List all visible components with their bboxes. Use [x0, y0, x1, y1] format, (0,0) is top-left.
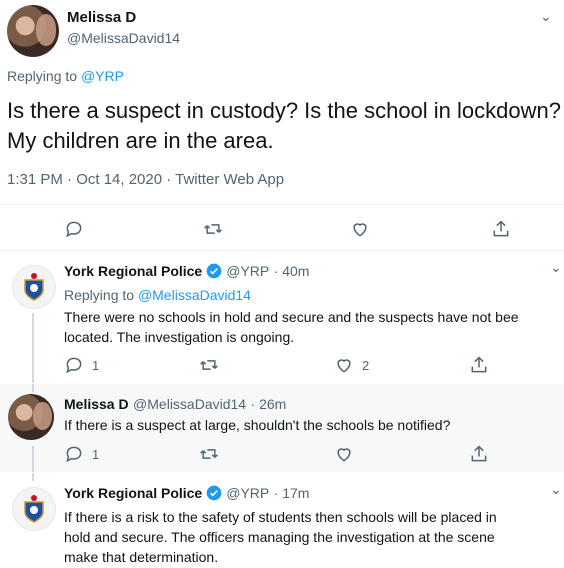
tweet-text-line: There were no schools in hold and secure… — [64, 309, 519, 325]
author-handle[interactable]: @MelissaDavid14 — [67, 30, 180, 46]
tweet-text: Is there a suspect in custody? Is the sc… — [7, 96, 561, 156]
retweet-button[interactable] — [203, 219, 223, 239]
replying-to: Replying to @YRP — [7, 68, 124, 84]
retweet-icon — [204, 224, 222, 234]
divider — [0, 204, 564, 205]
thread-line — [32, 446, 34, 472]
reply-icon — [66, 221, 82, 238]
retweet-button[interactable] — [199, 355, 219, 375]
police-logo-avatar[interactable] — [12, 265, 56, 309]
reply-header: Melissa D @MelissaDavid14 · 26m — [64, 396, 286, 414]
chevron-down-icon[interactable]: ⌄ — [550, 259, 562, 276]
tweet-text: If there is a suspect at large, shouldn'… — [64, 415, 450, 435]
like-button[interactable] — [350, 219, 370, 239]
police-crest-icon — [24, 495, 44, 523]
verified-badge-icon — [206, 263, 222, 279]
tweet-text: There were no schools in hold and secure… — [64, 307, 519, 347]
tweet-time[interactable]: · 17m — [274, 485, 310, 501]
author-handle[interactable]: @YRP — [226, 263, 269, 279]
share-button[interactable] — [469, 444, 489, 464]
police-logo-avatar[interactable] — [12, 487, 56, 531]
like-icon — [337, 448, 351, 462]
police-crest-icon — [24, 273, 44, 301]
reply-header: York Regional Police @YRP · 17m — [64, 485, 309, 503]
author-name[interactable]: York Regional Police — [64, 263, 202, 279]
chevron-down-icon[interactable]: ⌄ — [540, 8, 552, 25]
reply-button[interactable]: 1 — [64, 355, 99, 375]
share-button[interactable] — [469, 355, 489, 375]
reply-icon — [66, 357, 82, 374]
replying-to-handle[interactable]: @MelissaDavid14 — [138, 287, 251, 303]
reply-count: 1 — [92, 446, 100, 462]
like-count: 2 — [362, 357, 370, 373]
tweet-text-line: located. The investigation is ongoing. — [64, 329, 295, 345]
author-name[interactable]: Melissa D — [67, 9, 136, 26]
replying-to: Replying to @MelissaDavid14 — [64, 287, 251, 303]
tweet-text: If there is a risk to the safety of stud… — [64, 507, 497, 567]
share-icon — [493, 220, 509, 237]
share-button[interactable] — [491, 219, 511, 239]
tweet-timestamp[interactable]: 1:31 PM · Oct 14, 2020 · Twitter Web App — [7, 171, 284, 188]
tweet-text-line: My children are in the area. — [7, 128, 274, 153]
thread-line — [32, 313, 34, 383]
reply-button[interactable]: 1 — [64, 444, 99, 464]
verified-badge-icon — [206, 485, 222, 501]
avatar[interactable] — [7, 5, 59, 57]
main-tweet: Melissa D @MelissaDavid14 ⌄ Replying to … — [0, 0, 564, 251]
reply-icon — [66, 446, 82, 463]
reply-tweet-highlighted[interactable]: Melissa D @MelissaDavid14 · 26m If there… — [0, 384, 564, 472]
share-icon — [471, 445, 487, 462]
chevron-down-icon[interactable]: ⌄ — [550, 481, 562, 498]
tweet-time[interactable]: · 26m — [251, 396, 287, 412]
like-button[interactable]: 2 — [334, 355, 369, 375]
like-icon — [337, 359, 351, 373]
retweet-button[interactable] — [199, 444, 219, 464]
thread-line — [32, 473, 34, 481]
like-button[interactable] — [334, 444, 354, 464]
reply-button[interactable] — [64, 219, 84, 239]
author-handle[interactable]: @MelissaDavid14 — [133, 396, 246, 412]
avatar[interactable] — [8, 394, 54, 440]
tweet-text-line: If there is a suspect at large, shouldn'… — [64, 417, 451, 433]
tweet-text-line: hold and secure. The officers managing t… — [64, 529, 495, 545]
replying-to-label: Replying to — [7, 68, 78, 84]
retweet-icon — [200, 360, 218, 370]
reply-tweet[interactable]: York Regional Police @YRP · 17m ⌄ If ther… — [0, 473, 564, 568]
replying-to-handle[interactable]: @YRP — [81, 68, 124, 84]
like-icon — [353, 223, 367, 237]
share-icon — [471, 356, 487, 373]
replying-to-label: Replying to — [64, 287, 135, 303]
tweet-text-line: make that determination. — [64, 549, 219, 565]
tweet-text-line: If there is a risk to the safety of stud… — [64, 509, 497, 525]
reply-tweet[interactable]: York Regional Police @YRP · 40m ⌄ Replyin… — [0, 251, 564, 383]
author-handle[interactable]: @YRP — [226, 485, 269, 501]
author-name[interactable]: York Regional Police — [64, 485, 202, 501]
retweet-icon — [200, 449, 218, 459]
thread-line — [32, 384, 34, 392]
author-name[interactable]: Melissa D — [64, 396, 129, 412]
reply-header: York Regional Police @YRP · 40m — [64, 263, 309, 281]
tweet-time[interactable]: · 40m — [274, 263, 310, 279]
tweet-text-line: Is there a suspect in custody? Is the sc… — [7, 98, 561, 123]
reply-count: 1 — [92, 357, 100, 373]
